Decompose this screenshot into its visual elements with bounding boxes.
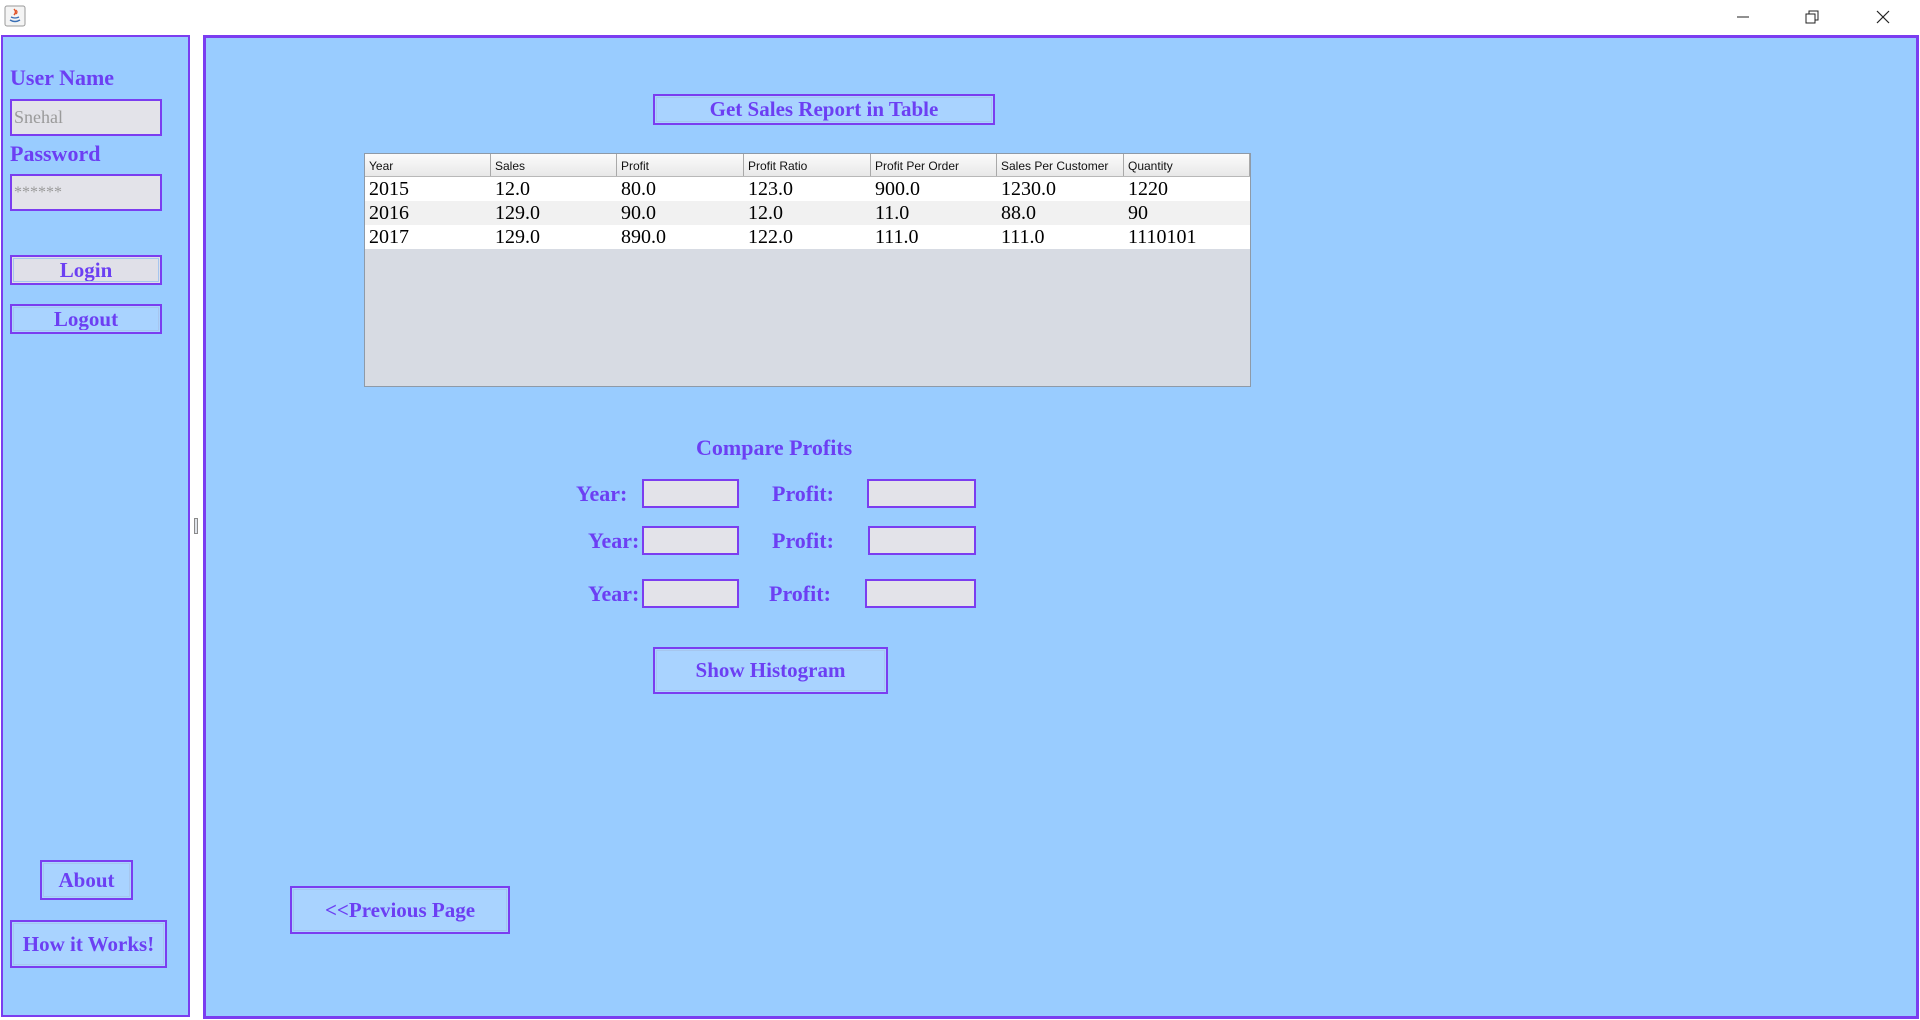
password-label: Password (10, 141, 101, 166)
table-cell: 88.0 (1001, 202, 1036, 224)
year-field-1[interactable] (642, 479, 739, 508)
table-row[interactable]: 2015 12.0 80.0 123.0 900.0 1230.0 1220 (365, 177, 1250, 201)
profit-field-1[interactable] (867, 479, 976, 508)
show-histogram-button[interactable]: Show Histogram (653, 647, 888, 694)
column-header-sales-per-customer[interactable]: Sales Per Customer (997, 154, 1124, 176)
username-field[interactable]: Snehal (10, 99, 162, 136)
previous-page-button[interactable]: <<Previous Page (290, 886, 510, 934)
year-label: Year: (576, 481, 628, 506)
profit-field-2[interactable] (868, 526, 976, 555)
main-panel: Get Sales Report in Table Year Sales Pro… (203, 35, 1919, 1019)
get-sales-report-button[interactable]: Get Sales Report in Table (653, 94, 995, 125)
split-pane-handle[interactable] (194, 518, 198, 534)
table-cell: 90 (1128, 202, 1148, 224)
compare-profits-title: Compare Profits (696, 435, 853, 460)
table-row[interactable]: 2016 129.0 90.0 12.0 11.0 88.0 90 (365, 201, 1250, 225)
table-cell: 1110101 (1128, 226, 1197, 248)
minimize-window-button[interactable] (1709, 0, 1777, 34)
column-header-year[interactable]: Year (365, 154, 491, 176)
table-cell: 80.0 (621, 178, 656, 200)
column-header-sales[interactable]: Sales (491, 154, 617, 176)
year-label: Year: (588, 528, 640, 553)
table-cell: 129.0 (495, 202, 540, 224)
table-cell: 122.0 (748, 226, 793, 248)
table-cell: 111.0 (1001, 226, 1045, 248)
column-header-profit-ratio[interactable]: Profit Ratio (744, 154, 871, 176)
password-field[interactable]: ****** (10, 174, 162, 211)
table-cell: 123.0 (748, 178, 793, 200)
login-sidebar: User Name Snehal Password ****** Login L… (1, 35, 190, 1017)
table-cell: 129.0 (495, 226, 540, 248)
profit-label: Profit: (769, 581, 831, 606)
column-header-quantity[interactable]: Quantity (1124, 154, 1250, 176)
restore-window-button[interactable] (1778, 0, 1846, 34)
sales-report-table: Year Sales Profit Profit Ratio Profit Pe… (364, 153, 1251, 387)
minimize-icon (1737, 16, 1749, 18)
year-field-3[interactable] (642, 579, 739, 608)
window-titlebar (0, 0, 1920, 34)
table-row[interactable]: 2017 129.0 890.0 122.0 111.0 111.0 11101… (365, 225, 1250, 249)
table-cell: 90.0 (621, 202, 656, 224)
column-header-profit[interactable]: Profit (617, 154, 744, 176)
table-cell: 2017 (369, 226, 409, 248)
table-cell: 2015 (369, 178, 409, 200)
close-icon (1876, 10, 1890, 24)
column-header-profit-per-order[interactable]: Profit Per Order (871, 154, 997, 176)
profit-label: Profit: (772, 481, 834, 506)
java-app-icon (4, 5, 26, 27)
table-cell: 900.0 (875, 178, 920, 200)
table-cell: 12.0 (495, 178, 530, 200)
year-field-2[interactable] (642, 526, 739, 555)
restore-icon (1805, 10, 1819, 24)
table-cell: 111.0 (875, 226, 919, 248)
logout-button[interactable]: Logout (10, 304, 162, 334)
profit-label: Profit: (772, 528, 834, 553)
table-cell: 1220 (1128, 178, 1168, 200)
year-label: Year: (588, 581, 640, 606)
close-window-button[interactable] (1849, 0, 1917, 34)
profit-field-3[interactable] (865, 579, 976, 608)
table-header: Year Sales Profit Profit Ratio Profit Pe… (365, 154, 1250, 177)
about-button[interactable]: About (40, 860, 133, 900)
login-button[interactable]: Login (10, 255, 162, 285)
table-cell: 890.0 (621, 226, 666, 248)
table-cell: 1230.0 (1001, 178, 1056, 200)
table-cell: 12.0 (748, 202, 783, 224)
table-cell: 11.0 (875, 202, 910, 224)
username-label: User Name (10, 65, 115, 90)
how-it-works-button[interactable]: How it Works! (10, 920, 167, 968)
table-cell: 2016 (369, 202, 409, 224)
